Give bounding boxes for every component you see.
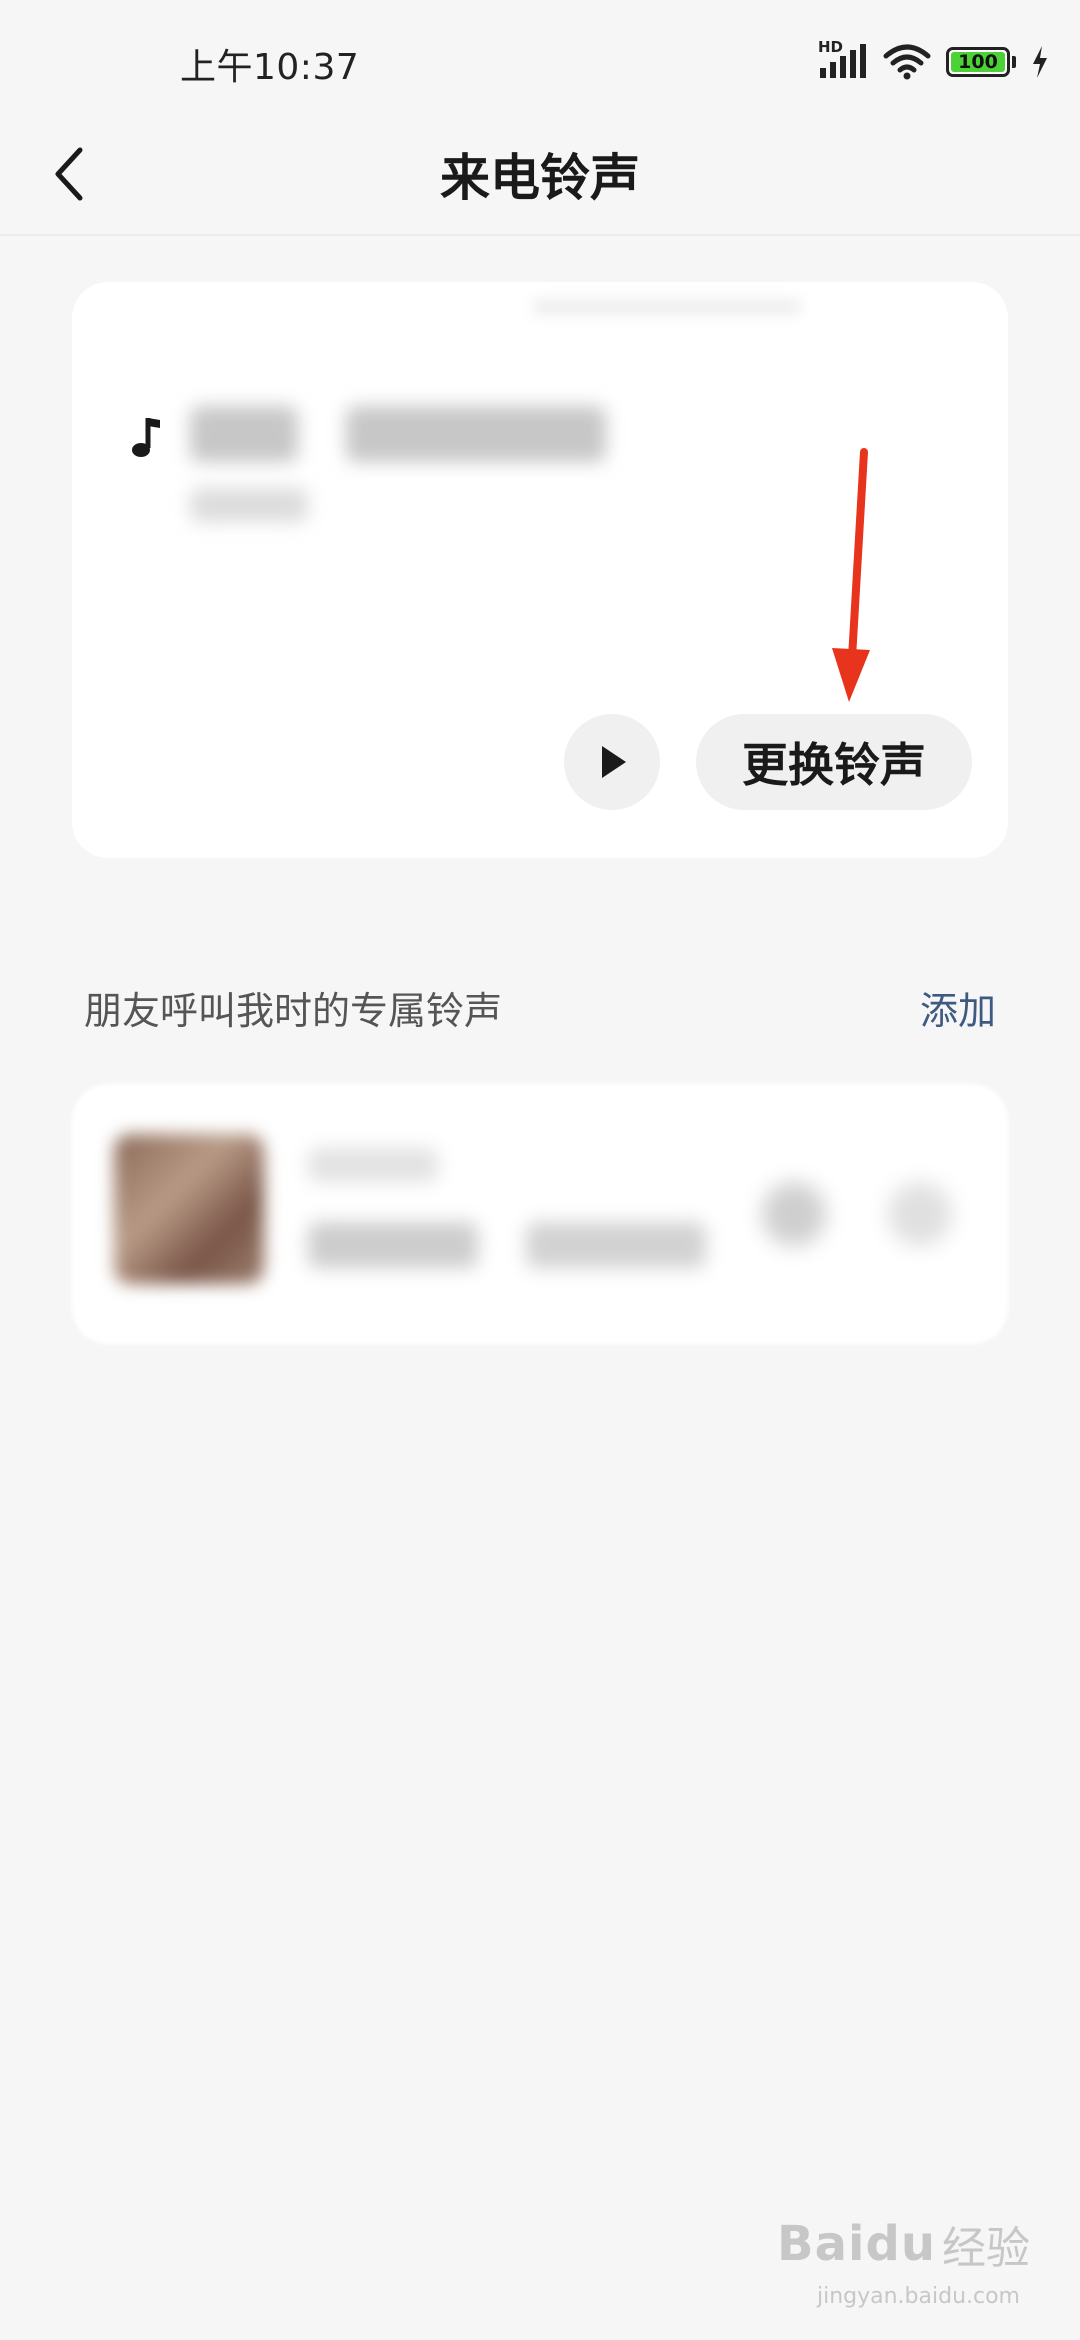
redacted-friend-ringtone [526, 1222, 706, 1268]
status-time: 上午10:37 [180, 47, 360, 88]
redacted-friend-name [308, 1222, 478, 1268]
friend-play-icon[interactable] [762, 1182, 826, 1246]
status-bar: 上午10:37 HD 100 [0, 0, 1080, 120]
music-note-icon [132, 418, 160, 457]
friend-ringtone-row[interactable] [72, 1084, 1008, 1344]
friend-more-icon[interactable] [888, 1182, 952, 1246]
app-header: 来电铃声 [0, 120, 1080, 236]
signal-icon: HD [818, 38, 868, 82]
watermark-suffix: 经验 [942, 2223, 1030, 2274]
watermark-brand: Baidu [777, 2216, 936, 2272]
battery-label: 100 [958, 51, 998, 73]
play-icon [602, 746, 626, 778]
watermark: Baidu 经验 [777, 2212, 1030, 2276]
friends-section-title: 朋友呼叫我时的专属铃声 [84, 989, 503, 1033]
friends-section-header: 朋友呼叫我时的专属铃声 添加 [84, 980, 996, 1040]
redacted-header [532, 298, 802, 316]
redacted-friend-title [308, 1148, 438, 1182]
battery-icon: 100 [946, 47, 1010, 77]
play-button[interactable] [564, 714, 660, 810]
status-icons: HD 100 [818, 38, 1050, 84]
change-ringtone-button[interactable]: 更换铃声 [696, 714, 972, 810]
annotation-arrow [832, 448, 870, 702]
redacted-ringtone-name [190, 406, 298, 462]
add-button[interactable]: 添加 [920, 980, 996, 1035]
page-title: 来电铃声 [440, 149, 640, 207]
battery-tip [1012, 56, 1016, 68]
ringtone-settings-screen: 上午10:37 HD 100 来电铃声 更换铃声 朋友呼叫我时的专属铃声 添加 … [0, 0, 1080, 2340]
redacted-ringtone-detail [190, 488, 308, 522]
avatar [114, 1134, 264, 1284]
wifi-icon [882, 42, 932, 82]
charging-icon [1030, 44, 1050, 80]
watermark-url: jingyan.baidu.com [816, 2284, 1020, 2309]
redacted-ringtone-artist [346, 406, 606, 462]
